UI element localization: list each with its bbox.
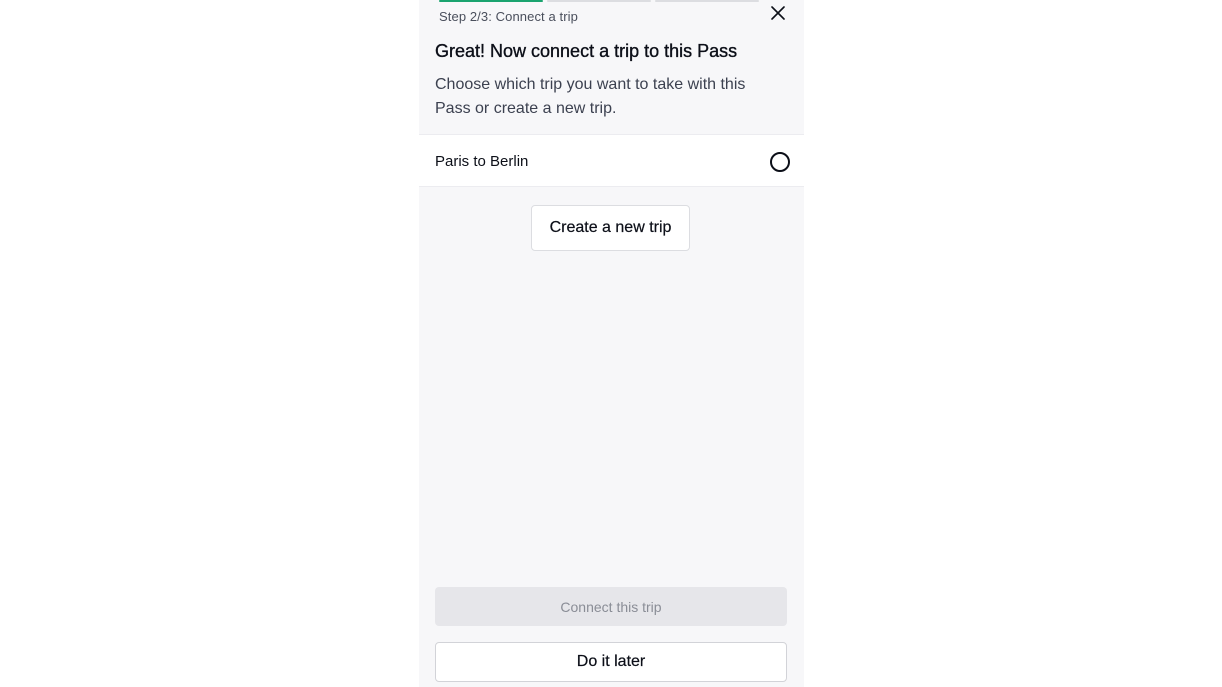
do-it-later-button[interactable]: Do it later xyxy=(435,642,787,682)
close-icon xyxy=(771,6,785,20)
create-new-trip-button[interactable]: Create a new trip xyxy=(531,205,690,251)
trip-option-paris-to-berlin[interactable]: Paris to Berlin xyxy=(419,134,804,187)
page-title: Great! Now connect a trip to this Pass xyxy=(435,41,738,61)
screen: Step 2/3: Connect a trip Great! Now conn… xyxy=(0,0,1222,687)
step-progress-bar xyxy=(439,0,759,2)
page-subtitle: Choose which trip you want to take with … xyxy=(435,76,746,117)
progress-segment-1 xyxy=(439,0,543,2)
progress-segment-3 xyxy=(655,0,759,2)
close-button[interactable] xyxy=(763,0,793,26)
step-label: Step 2/3: Connect a trip xyxy=(439,9,578,24)
radio-unchecked-icon[interactable] xyxy=(770,152,790,172)
connect-trip-panel: Step 2/3: Connect a trip Great! Now conn… xyxy=(419,0,804,687)
connect-this-trip-button[interactable]: Connect this trip xyxy=(435,587,787,626)
trip-option-label: Paris to Berlin xyxy=(435,153,529,170)
progress-segment-2 xyxy=(547,0,651,2)
